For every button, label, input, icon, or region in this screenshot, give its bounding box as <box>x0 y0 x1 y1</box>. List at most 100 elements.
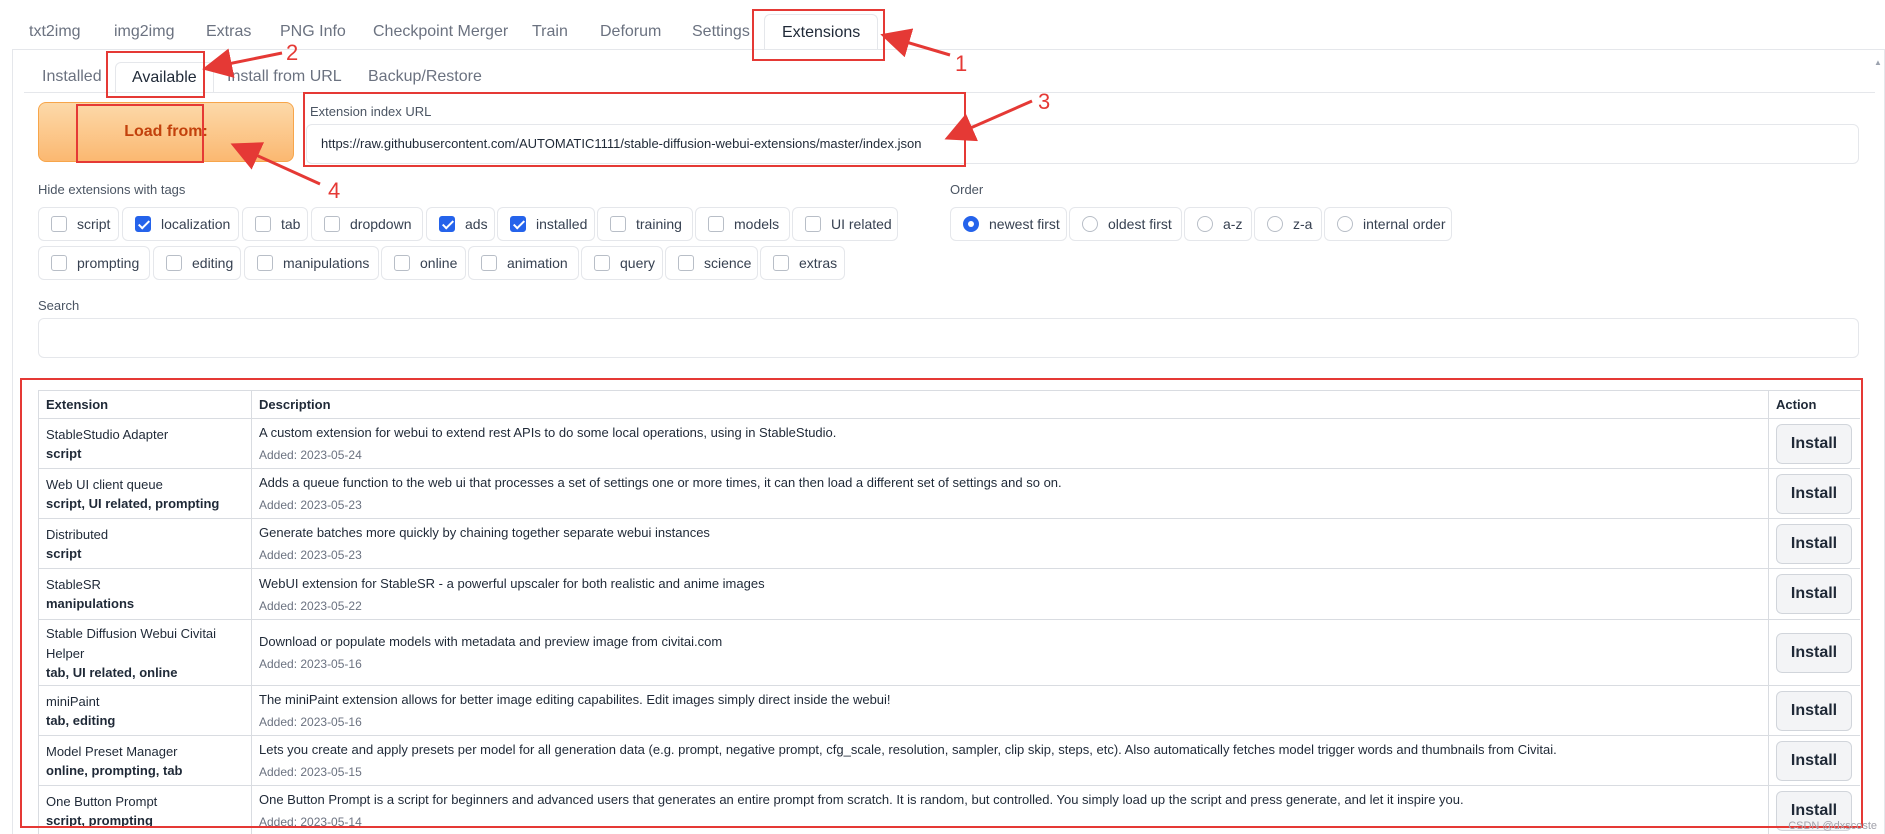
extension-cell: One Button Prompt script, prompting <box>38 785 252 834</box>
install-button[interactable]: Install <box>1776 523 1852 564</box>
extension-name[interactable]: Stable Diffusion Webui Civitai Helper <box>46 624 244 664</box>
subtab-install-from-url[interactable]: Install from URL <box>227 62 342 92</box>
order-radio-internal-order[interactable]: internal order <box>1324 207 1452 241</box>
radio-icon <box>1197 216 1213 232</box>
tag-checkbox-editing[interactable]: editing <box>153 246 241 280</box>
extension-description: A custom extension for webui to extend r… <box>259 425 837 440</box>
tag-checkbox-query[interactable]: query <box>581 246 663 280</box>
annotation-number-1: 1 <box>955 51 968 76</box>
tab-train[interactable]: Train <box>532 14 568 50</box>
action-cell: Install <box>1768 619 1860 686</box>
order-radio-newest-first[interactable]: newest first <box>950 207 1067 241</box>
tag-checkbox-extras[interactable]: extras <box>760 246 845 280</box>
tag-checkbox-localization[interactable]: localization <box>122 207 239 241</box>
extension-name[interactable]: Model Preset Manager <box>46 742 244 762</box>
tag-checkbox-dropdown[interactable]: dropdown <box>311 207 423 241</box>
extension-name[interactable]: Web UI client queue <box>46 475 244 495</box>
tab-extras[interactable]: Extras <box>206 14 251 50</box>
tag-checkbox-science[interactable]: science <box>665 246 758 280</box>
table-row: StableStudio Adapter script A custom exte… <box>38 418 1860 469</box>
description-cell: Generate batches more quickly by chainin… <box>251 518 1769 569</box>
checkbox-icon <box>678 255 694 271</box>
load-from-button[interactable]: Load from: <box>38 102 294 162</box>
extension-description: Lets you create and apply presets per mo… <box>259 742 1557 757</box>
install-button[interactable]: Install <box>1776 740 1852 781</box>
tag-checkbox-installed[interactable]: installed <box>497 207 595 241</box>
order-option-label: z-a <box>1293 216 1313 232</box>
search-input[interactable] <box>38 318 1859 358</box>
table-row: miniPaint tab, editing The miniPaint exte… <box>38 685 1860 736</box>
subtab-backup-restore[interactable]: Backup/Restore <box>368 62 482 92</box>
tag-checkbox-ads[interactable]: ads <box>426 207 495 241</box>
install-button[interactable]: Install <box>1776 423 1852 464</box>
extension-description: Download or populate models with metadat… <box>259 634 723 649</box>
checkbox-checked-icon <box>510 216 526 232</box>
description-cell: Adds a queue function to the web ui that… <box>251 468 1769 519</box>
checkbox-icon <box>51 255 67 271</box>
tag-checkbox-tab[interactable]: tab <box>242 207 308 241</box>
action-cell: Install <box>1768 735 1860 786</box>
extension-tags: script, prompting <box>46 812 153 828</box>
description-cell: A custom extension for webui to extend r… <box>251 418 1769 469</box>
extension-name[interactable]: One Button Prompt <box>46 792 244 812</box>
tag-label: editing <box>192 255 234 271</box>
annotation-number-2: 2 <box>286 40 299 65</box>
tag-checkbox-animation[interactable]: animation <box>468 246 579 280</box>
tag-checkbox-prompting[interactable]: prompting <box>38 246 150 280</box>
subtab-installed[interactable]: Installed <box>42 62 102 92</box>
extension-name[interactable]: StableStudio Adapter <box>46 425 244 445</box>
tag-checkbox-manipulations[interactable]: manipulations <box>244 246 379 280</box>
tag-checkbox-models[interactable]: models <box>695 207 790 241</box>
description-cell: Lets you create and apply presets per mo… <box>251 735 1769 786</box>
extension-name[interactable]: Distributed <box>46 525 244 545</box>
table-header-row: Extension Description Action <box>38 390 1860 419</box>
added-date: Added: 2023-05-24 <box>259 448 362 462</box>
tag-checkbox-ui-related[interactable]: UI related <box>792 207 898 241</box>
install-button[interactable]: Install <box>1776 574 1852 614</box>
tab-deforum[interactable]: Deforum <box>600 14 661 50</box>
extension-cell: StableSR manipulations <box>38 568 252 620</box>
extension-tags: online, prompting, tab <box>46 762 183 778</box>
install-button[interactable]: Install <box>1776 473 1852 514</box>
tag-checkbox-online[interactable]: online <box>381 246 466 280</box>
panel-border-left <box>12 49 13 834</box>
annotation-number-4: 4 <box>328 178 341 203</box>
action-cell: Install <box>1768 418 1860 469</box>
extension-description: Generate batches more quickly by chainin… <box>259 525 710 540</box>
extension-name[interactable]: miniPaint <box>46 692 244 712</box>
order-radio-z-a[interactable]: z-a <box>1254 207 1322 241</box>
install-button[interactable]: Install <box>1776 632 1852 673</box>
order-radio-a-z[interactable]: a-z <box>1184 207 1252 241</box>
description-cell: The miniPaint extension allows for bette… <box>251 685 1769 736</box>
table-row: Web UI client queue script, UI related, p… <box>38 468 1860 519</box>
radio-icon <box>1267 216 1283 232</box>
action-cell: Install <box>1768 685 1860 736</box>
install-button[interactable]: Install <box>1776 690 1852 731</box>
checkbox-icon <box>257 255 273 271</box>
subtab-available[interactable]: Available <box>115 62 214 92</box>
tab-extensions[interactable]: Extensions <box>764 14 879 50</box>
description-cell: One Button Prompt is a script for beginn… <box>251 785 1769 834</box>
extension-name[interactable]: StableSR <box>46 575 244 595</box>
action-cell: Install <box>1768 468 1860 519</box>
table-row: Distributed script Generate batches more … <box>38 518 1860 569</box>
tag-label: animation <box>507 255 568 271</box>
radio-checked-icon <box>963 216 979 232</box>
scroll-up-icon[interactable]: ▲ <box>1874 58 1884 68</box>
added-date: Added: 2023-05-14 <box>259 815 362 829</box>
index-url-input[interactable]: https://raw.githubusercontent.com/AUTOMA… <box>306 124 1859 164</box>
checkbox-icon <box>708 216 724 232</box>
tab-txt2img[interactable]: txt2img <box>29 14 81 50</box>
extension-tags: tab, UI related, online <box>46 664 178 680</box>
tag-checkbox-script[interactable]: script <box>38 207 119 241</box>
order-radio-oldest-first[interactable]: oldest first <box>1069 207 1182 241</box>
checkbox-icon <box>51 216 67 232</box>
tab-settings[interactable]: Settings <box>692 14 750 50</box>
tag-checkbox-training[interactable]: training <box>597 207 693 241</box>
tab-img2img[interactable]: img2img <box>114 14 174 50</box>
tag-label: training <box>636 216 682 232</box>
checkbox-icon <box>324 216 340 232</box>
added-date: Added: 2023-05-16 <box>259 715 362 729</box>
order-option-label: oldest first <box>1108 216 1172 232</box>
tab-checkpoint-merger[interactable]: Checkpoint Merger <box>373 14 508 50</box>
